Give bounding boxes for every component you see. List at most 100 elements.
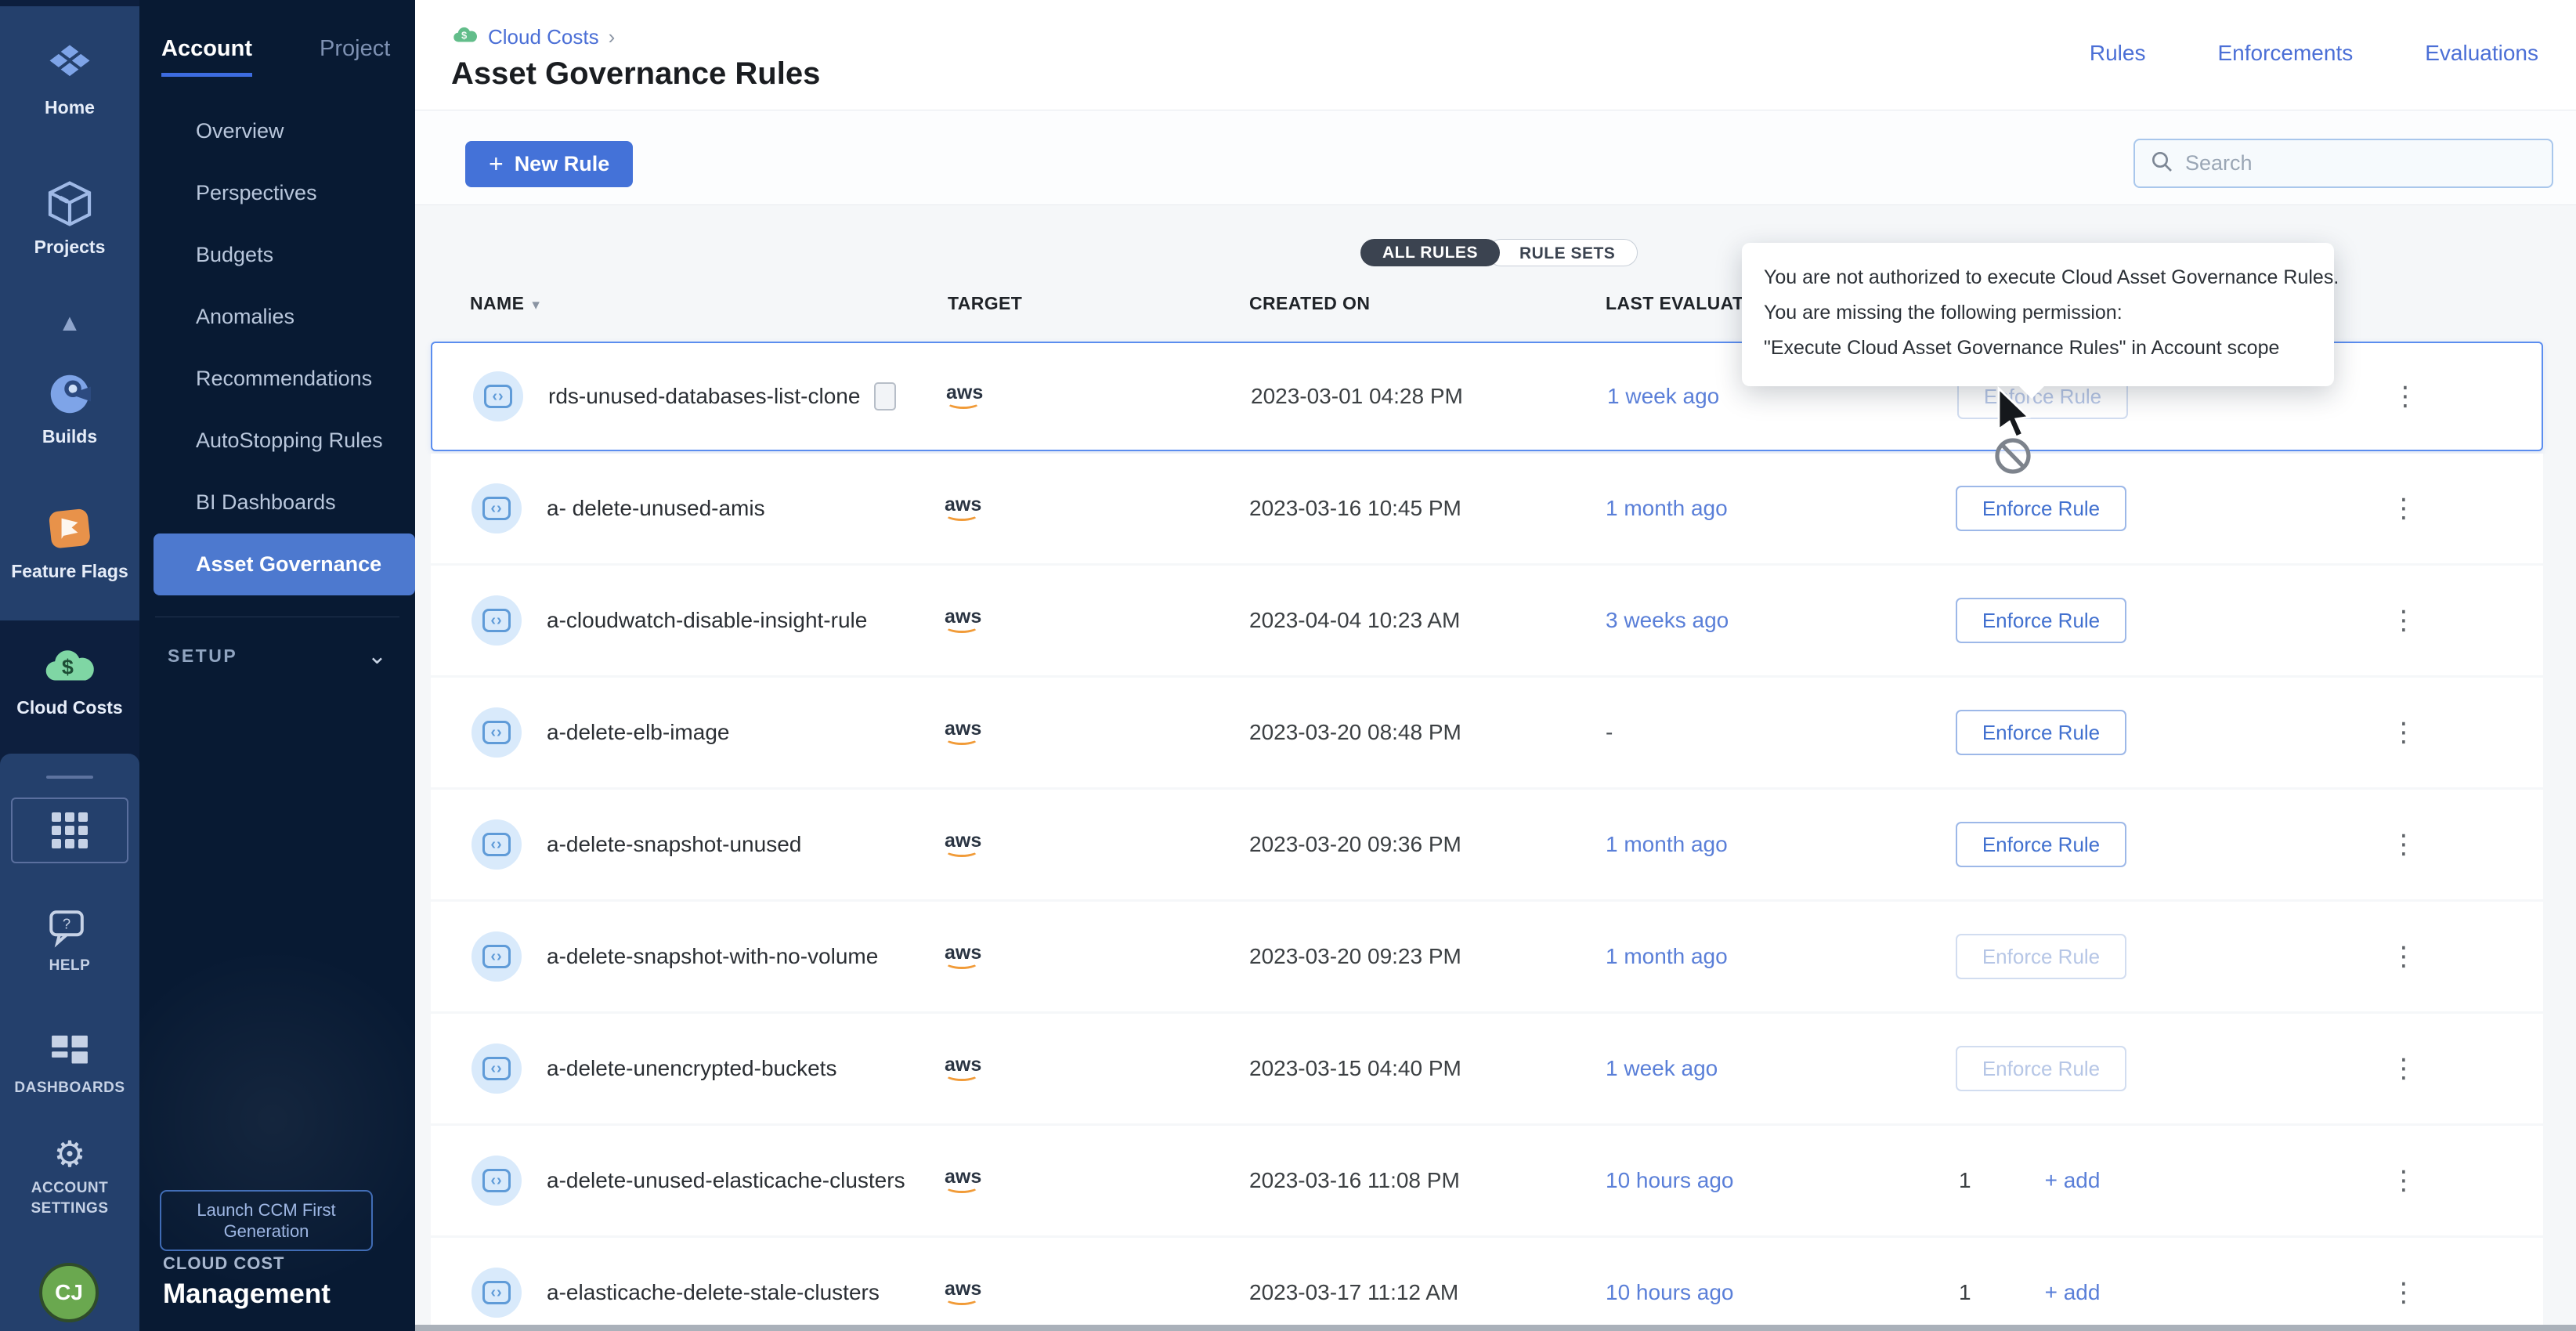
aws-logo-text: aws [945,1166,981,1188]
enforce-rule-button[interactable]: Enforce Rule [1956,934,2126,979]
enforce-rule-button[interactable]: Enforce Rule [1956,1046,2126,1091]
user-avatar[interactable]: CJ [39,1263,99,1322]
page-title: Asset Governance Rules [451,56,820,92]
tab-account[interactable]: Account [161,36,252,77]
toggle-rule-sets[interactable]: RULE SETS [1487,239,1638,266]
brand-cloud-cost: CLOUD COST [163,1253,331,1274]
rail-item-label: Feature Flags [0,561,139,582]
last-evaluation-link[interactable]: 10 hours ago [1606,1168,1733,1193]
last-evaluation-link[interactable]: 3 weeks ago [1606,608,1729,633]
kebab-menu[interactable]: ⋮ [2390,833,2417,856]
rail-item-label: ACCOUNT SETTINGS [15,1178,125,1219]
setup-section-toggle[interactable]: SETUP ⌄ [168,642,387,670]
aws-target-logo: aws [945,1056,981,1081]
table-row[interactable]: ‹› a-cloudwatch-disable-insight-rule aws… [431,566,2543,675]
rail-item-builds[interactable]: Builds [0,370,139,447]
aws-logo-text: aws [946,382,983,403]
rail-item-help[interactable]: ? HELP [0,907,139,976]
kebab-menu[interactable]: ⋮ [2392,385,2419,408]
rail-item-feature-flags[interactable]: Feature Flags [0,506,139,582]
table-row[interactable]: ‹› a-elasticache-delete-stale-clusters a… [431,1238,2543,1331]
rail-item-dashboards[interactable]: DASHBOARDS [0,1031,139,1098]
breadcrumb[interactable]: $ Cloud Costs › [452,25,615,49]
rail-item-account-settings[interactable]: ⚙ ACCOUNT SETTINGS [0,1134,139,1219]
table-row[interactable]: ‹› a-delete-elb-image aws 2023-03-20 08:… [431,678,2543,787]
breadcrumb-cloud-costs[interactable]: Cloud Costs [488,25,599,49]
aws-target-logo: aws [945,496,981,521]
table-row[interactable]: ‹› a-delete-snapshot-unused aws 2023-03-… [431,790,2543,899]
nav-evaluations[interactable]: Evaluations [2425,41,2538,66]
created-on-value: 2023-04-04 10:23 AM [1249,608,1460,633]
rail-item-cloud-costs[interactable]: $ Cloud Costs [0,644,139,718]
nav-enforcements[interactable]: Enforcements [2217,41,2353,66]
sidebar-item-perspectives[interactable]: Perspectives [139,162,415,224]
last-evaluation-link[interactable]: 1 month ago [1606,944,1728,969]
rule-name[interactable]: a-delete-snapshot-unused [547,832,801,857]
add-enforcement-link[interactable]: + add [2045,1168,2101,1193]
last-evaluation-link[interactable]: 1 month ago [1606,832,1728,857]
rule-type-icon: ‹› [471,1043,522,1094]
rule-name[interactable]: a-delete-unused-elasticache-clusters [547,1168,905,1193]
rule-type-icon: ‹› [471,483,522,533]
kebab-menu[interactable]: ⋮ [2390,1169,2417,1192]
new-rule-button[interactable]: + New Rule [465,141,633,187]
nav-rules[interactable]: Rules [2090,41,2146,66]
sidebar-item-budgets[interactable]: Budgets [139,224,415,286]
kebab-menu[interactable]: ⋮ [2390,945,2417,968]
last-evaluation-link[interactable]: 1 week ago [1606,1056,1718,1081]
add-enforcement-link[interactable]: + add [2045,1280,2101,1305]
table-row[interactable]: ‹› a-delete-unencrypted-buckets aws 2023… [431,1014,2543,1123]
rail-collapse-chevron-icon[interactable]: ▲ [0,310,139,337]
kebab-menu[interactable]: ⋮ [2390,1281,2417,1304]
created-on-value: 2023-03-16 11:08 PM [1249,1168,1460,1193]
enforce-rule-button[interactable]: Enforce Rule [1956,710,2126,755]
sidebar-item-overview[interactable]: Overview [139,100,415,162]
rule-name[interactable]: a-delete-snapshot-with-no-volume [547,944,878,969]
rule-name[interactable]: a-delete-elb-image [547,720,729,745]
created-on-value: 2023-03-16 10:45 PM [1249,496,1461,521]
app-window: Home Projects ▲ Builds [0,0,2576,1331]
table-row[interactable]: ‹› a- delete-unused-amis aws 2023-03-16 … [431,454,2543,563]
enforce-rule-button[interactable]: Enforce Rule [1956,822,2126,867]
module-rail: Home Projects ▲ Builds [0,0,139,1331]
last-evaluation-link[interactable]: 10 hours ago [1606,1280,1733,1305]
table-row[interactable]: ‹› a-delete-unused-elasticache-clusters … [431,1126,2543,1235]
kebab-menu[interactable]: ⋮ [2390,1057,2417,1080]
rule-name[interactable]: a-elasticache-delete-stale-clusters [547,1280,880,1305]
table-row[interactable]: ‹› a-delete-snapshot-with-no-volume aws … [431,902,2543,1011]
copy-icon[interactable] [874,382,896,411]
last-evaluation-link[interactable]: 1 week ago [1607,384,1719,409]
sidebar-item-bi-dashboards[interactable]: BI Dashboards [139,472,415,533]
launch-ccm-first-gen-button[interactable]: Launch CCM First Generation [160,1190,373,1251]
rule-name[interactable]: a-delete-unencrypted-buckets [547,1056,836,1081]
rail-item-label: Builds [0,426,139,447]
toggle-all-rules[interactable]: ALL RULES [1360,239,1500,266]
kebab-menu[interactable]: ⋮ [2390,497,2417,520]
sidebar-item-anomalies[interactable]: Anomalies [139,286,415,348]
search-input[interactable] [2185,151,2538,175]
sidebar-item-recommendations[interactable]: Recommendations [139,348,415,410]
rail-item-projects[interactable]: Projects [0,179,139,258]
rule-type-icon: ‹› [471,595,522,646]
rule-name[interactable]: a- delete-unused-amis [547,496,765,521]
module-picker-button[interactable] [11,798,128,863]
rail-divider [46,776,93,779]
search-box[interactable] [2133,139,2553,188]
kebab-menu[interactable]: ⋮ [2390,609,2417,632]
aws-target-logo: aws [945,832,981,857]
enforce-rule-button[interactable]: Enforce Rule [1956,598,2126,643]
last-evaluation-link[interactable]: - [1606,720,1613,745]
last-evaluation-link[interactable]: 1 month ago [1606,496,1728,521]
rule-name[interactable]: rds-unused-databases-list-clone [548,382,896,411]
enforce-rule-button[interactable]: Enforce Rule [1956,486,2126,531]
kebab-menu[interactable]: ⋮ [2390,721,2417,744]
rail-item-home[interactable]: Home [0,41,139,118]
created-on-value: 2023-03-20 09:36 PM [1249,832,1461,857]
builds-icon [0,370,139,418]
column-header-name[interactable]: NAME▾ [470,293,540,314]
tab-project[interactable]: Project [320,36,390,77]
sidebar-item-asset-governance[interactable]: Asset Governance [154,533,415,595]
rule-name[interactable]: a-cloudwatch-disable-insight-rule [547,608,867,633]
sidebar-item-autostopping-rules[interactable]: AutoStopping Rules [139,410,415,472]
svg-text:$: $ [62,655,74,678]
